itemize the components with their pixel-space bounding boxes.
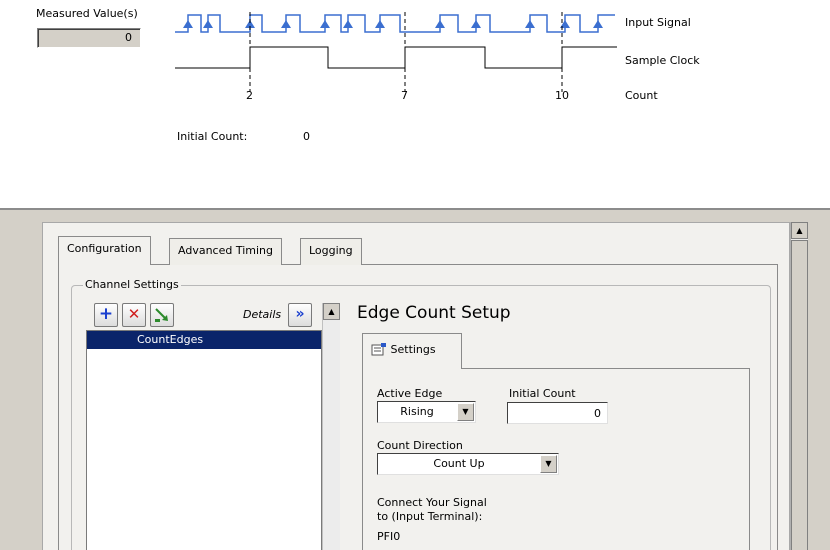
x-icon: ✕ (127, 305, 141, 323)
tab-advanced-timing[interactable]: Advanced Timing (169, 238, 282, 265)
initial-count-input[interactable]: 0 (507, 402, 608, 424)
chevron-down-icon[interactable]: ▼ (457, 403, 474, 421)
count-direction-value: Count Up (433, 457, 485, 470)
setup-title: Edge Count Setup (357, 303, 511, 323)
input-terminal-value[interactable]: PFI0 (377, 530, 400, 543)
sample-markers (249, 12, 563, 92)
rename-channel-button[interactable] (150, 303, 174, 327)
plus-icon: + (98, 304, 114, 324)
remove-channel-button[interactable]: ✕ (122, 303, 146, 327)
tab-label: Advanced Timing (178, 244, 273, 257)
channel-toolbar: + ✕ Details » (88, 303, 320, 329)
tab-label: Logging (309, 244, 353, 257)
active-edge-value: Rising (400, 405, 434, 418)
add-channel-button[interactable]: + (94, 303, 118, 327)
count-mark: 2 (246, 89, 253, 102)
timing-diagram (175, 12, 617, 92)
chevron-down-icon[interactable]: ▼ (540, 455, 557, 473)
tab-settings[interactable]: Settings (362, 333, 462, 369)
channel-list-scrollbar[interactable]: ▲ (322, 303, 340, 550)
input-signal-waveform (175, 14, 615, 33)
tab-label: Configuration (67, 242, 142, 255)
channel-settings-legend: Channel Settings (83, 278, 181, 291)
scroll-up-button[interactable]: ▲ (323, 303, 340, 320)
tab-label: Settings (390, 343, 436, 356)
sample-clock-waveform (175, 46, 617, 69)
diagram-initial-count-value: 0 (303, 130, 310, 143)
double-chevron-right-icon: » (295, 306, 305, 322)
channel-list[interactable]: CountEdges (86, 330, 322, 550)
count-mark: 10 (555, 89, 569, 102)
up-arrow-icon: ▲ (328, 307, 335, 316)
diagram-initial-count-label: Initial Count: (177, 130, 248, 143)
details-toggle-button[interactable]: » (288, 303, 312, 327)
tab-configuration[interactable]: Configuration (58, 236, 151, 265)
input-signal-label: Input Signal (625, 16, 691, 29)
sample-clock-label: Sample Clock (625, 54, 700, 67)
settings-icon (371, 343, 386, 356)
rename-icon (155, 308, 168, 322)
channel-list-item[interactable]: CountEdges (87, 331, 321, 349)
active-edge-label: Active Edge (377, 387, 443, 400)
tab-logging[interactable]: Logging (300, 238, 362, 265)
main-scrollbar[interactable]: ▲ (790, 222, 808, 550)
count-direction-select[interactable]: Count Up ▼ (377, 453, 559, 475)
count-mark: 7 (401, 89, 408, 102)
terminal-label-line1: Connect Your Signal (377, 496, 487, 509)
rising-edge-arrows (183, 20, 603, 28)
active-edge-select[interactable]: Rising ▼ (377, 401, 476, 423)
details-label: Details (243, 308, 282, 321)
count-direction-label: Count Direction (377, 439, 463, 452)
scroll-up-button[interactable]: ▲ (791, 222, 808, 239)
up-arrow-icon: ▲ (796, 226, 803, 235)
initial-count-label: Initial Count (509, 387, 576, 400)
terminal-label-line2: to (Input Terminal): (377, 510, 483, 523)
count-label: Count (625, 89, 658, 102)
scroll-thumb[interactable] (791, 240, 808, 550)
